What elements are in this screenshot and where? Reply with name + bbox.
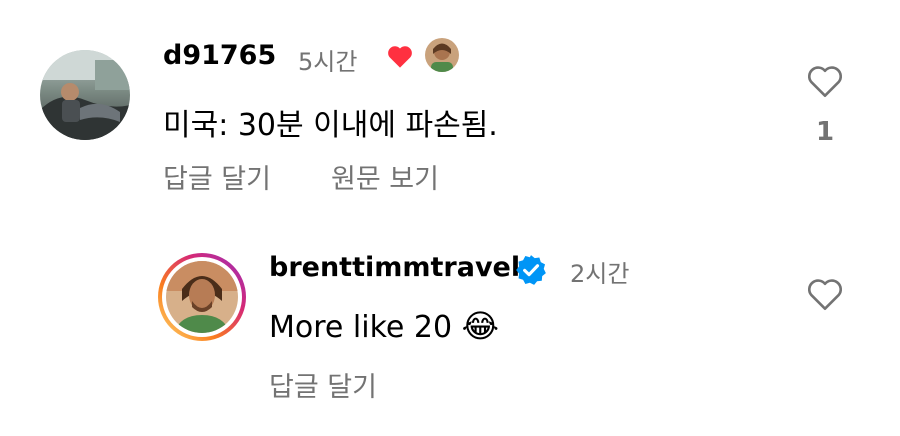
verified-badge-icon xyxy=(514,253,548,287)
comment-time: 5시간 xyxy=(298,48,358,76)
reply-button[interactable]: 답글 달기 xyxy=(163,157,271,196)
like-heart-icon[interactable] xyxy=(805,276,845,312)
creator-liked-heart-icon xyxy=(386,43,414,69)
see-original-button[interactable]: 원문 보기 xyxy=(331,157,439,196)
avatar-brenttimmtravel[interactable] xyxy=(158,253,246,341)
comment-username[interactable]: d91765 xyxy=(163,40,276,71)
like-count: 1 xyxy=(816,117,835,147)
avatar-d91765[interactable] xyxy=(40,50,130,140)
laughing-emoji: 😂 xyxy=(461,307,499,345)
comment-time: 2시간 xyxy=(570,260,630,288)
avatar-image xyxy=(166,261,238,333)
creator-avatar-small xyxy=(425,38,459,72)
comment-username[interactable]: brenttimmtravel xyxy=(269,252,520,283)
like-heart-icon[interactable] xyxy=(805,63,845,99)
avatar-image xyxy=(40,50,130,140)
comment-text: 미국: 30분 이내에 파손됨. xyxy=(163,108,498,143)
reply-button[interactable]: 답글 달기 xyxy=(269,365,377,404)
comment-text: More like 20 😂 xyxy=(269,307,499,345)
comment-text-content: More like 20 xyxy=(269,310,453,345)
